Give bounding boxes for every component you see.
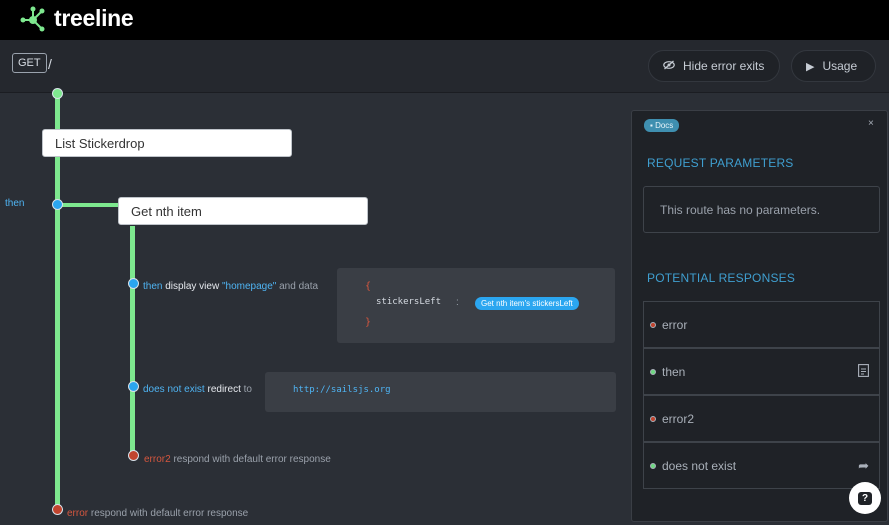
then-exit-node[interactable] — [52, 199, 63, 210]
docs-tag-label: Docs — [655, 121, 674, 130]
response-item[interactable]: does not exist ➦ — [643, 442, 880, 489]
entry-node[interactable] — [52, 88, 63, 99]
response-label: does not exist — [662, 458, 737, 473]
branch-wire — [60, 203, 120, 207]
help-button[interactable]: ? — [849, 482, 881, 514]
error-node[interactable] — [52, 504, 63, 515]
docs-tag[interactable]: ▪ Docs — [644, 119, 680, 132]
sub-wire — [130, 226, 135, 456]
book-icon: ▪ — [650, 121, 653, 130]
error2-node[interactable] — [128, 450, 139, 461]
get-nth-then-node[interactable] — [128, 278, 139, 289]
does-not-exist-keyword: does not exist — [143, 384, 205, 395]
data-colon: : — [456, 297, 459, 308]
error-response-text: respond with default error response — [90, 508, 249, 519]
error-exit-label: error respond with default error respons… — [67, 508, 248, 519]
play-icon: ▶ — [806, 60, 815, 73]
does-not-exist-label: does not exist redirect to — [143, 384, 252, 395]
error2-response-text: respond with default error response — [173, 454, 331, 465]
error2-exit-label: error2 respond with default error respon… — [144, 454, 331, 465]
close-icon[interactable]: × — [868, 118, 874, 129]
response-item[interactable]: then — [643, 348, 880, 395]
then-keyword: then — [5, 198, 25, 209]
http-method-badge[interactable]: GET — [12, 53, 47, 73]
response-label: error — [662, 317, 688, 332]
help-icon: ? — [858, 491, 872, 505]
request-parameters-heading: REQUEST PARAMETERS — [647, 156, 794, 170]
redirect-url[interactable]: http://sailsjs.org — [293, 385, 391, 395]
treeline-logo-icon — [20, 6, 45, 32]
hide-error-exits-button[interactable]: Hide error exits — [648, 50, 780, 82]
status-dot — [650, 463, 656, 469]
redirect-arrow-icon[interactable]: ➦ — [858, 458, 869, 474]
status-dot — [650, 416, 656, 422]
and-data-text: and data — [279, 281, 319, 292]
data-key[interactable]: stickersLeft — [376, 297, 441, 307]
status-dot — [650, 369, 656, 375]
close-brace: } — [365, 317, 372, 328]
status-dot — [650, 322, 656, 328]
then-exit-label: then — [5, 198, 24, 209]
error2-keyword: error2 — [144, 454, 171, 465]
request-parameters-box: This route has no parameters. — [643, 186, 880, 233]
route-path[interactable]: / — [48, 56, 52, 72]
machine-card-get-nth-item[interactable]: Get nth item — [118, 197, 368, 225]
response-label: then — [662, 364, 686, 379]
app-name: treeline — [54, 5, 134, 31]
top-bar: treeline — [0, 0, 889, 40]
usage-button[interactable]: ▶ Usage — [791, 50, 876, 82]
display-view-action: display view — [165, 281, 220, 292]
error-keyword: error — [67, 508, 89, 519]
response-item[interactable]: error — [643, 301, 880, 348]
does-not-exist-node[interactable] — [128, 381, 139, 392]
response-item[interactable]: error2 — [643, 395, 880, 442]
redirect-to-text: to — [243, 384, 252, 395]
response-label: error2 — [662, 411, 695, 426]
redirect-action: redirect — [207, 384, 241, 395]
potential-responses-heading: POTENTIAL RESPONSES — [647, 271, 796, 285]
page-icon[interactable] — [858, 364, 869, 380]
open-brace: { — [365, 281, 372, 292]
no-parameters-text: This route has no parameters. — [660, 202, 821, 217]
view-name[interactable]: "homepage" — [222, 281, 276, 292]
data-value-pill[interactable]: Get nth item's stickersLeft — [475, 297, 579, 310]
eye-slash-icon — [663, 60, 675, 73]
usage-label: Usage — [822, 59, 858, 73]
machine-card-list-stickerdrop[interactable]: List Stickerdrop — [42, 129, 292, 157]
hide-error-exits-label: Hide error exits — [683, 59, 765, 73]
then-keyword-2: then — [143, 281, 163, 292]
then-display-view-label: then display view "homepage" and data — [143, 281, 318, 292]
